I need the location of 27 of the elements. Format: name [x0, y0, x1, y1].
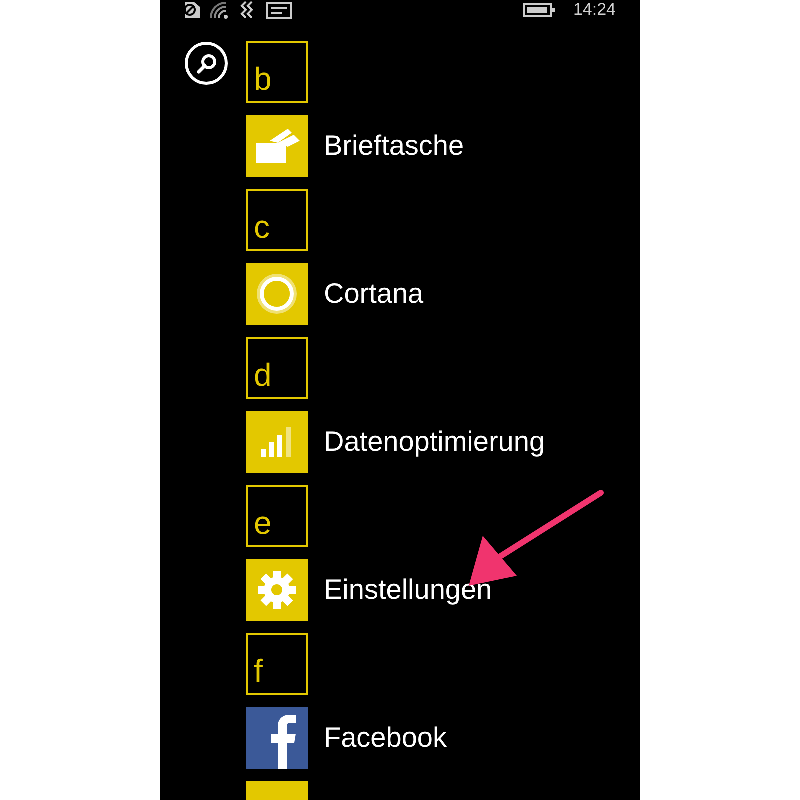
signal-bars-icon [261, 427, 293, 457]
app-name[interactable]: Einstellungen [324, 574, 492, 606]
app-tile[interactable] [246, 263, 308, 325]
letter-tile[interactable]: d [246, 337, 308, 399]
gear-icon [258, 571, 296, 609]
vibrate-icon [240, 1, 256, 19]
search-button[interactable] [185, 42, 228, 85]
facebook-f-icon [270, 715, 296, 769]
app-name[interactable]: Datenoptimierung [324, 426, 546, 458]
app-tile[interactable] [246, 411, 308, 473]
wallet-icon [254, 129, 300, 163]
letter-tile[interactable]: e [246, 485, 308, 547]
app-name[interactable]: Facebook [324, 722, 447, 754]
app-tile[interactable] [246, 559, 308, 621]
letter-tile[interactable]: f [246, 633, 308, 695]
app-tile[interactable] [246, 707, 308, 769]
battery-icon [523, 3, 556, 17]
app-name[interactable]: Brieftasche [324, 130, 464, 162]
message-icon [266, 2, 292, 18]
app-tile[interactable] [246, 115, 308, 177]
letter-tile[interactable]: c [246, 189, 308, 251]
ring-icon [255, 272, 299, 316]
wifi-icon [210, 2, 230, 18]
search-icon [196, 52, 218, 74]
letter-tile[interactable]: b [246, 41, 308, 103]
clock-time: 14:24 [573, 0, 616, 20]
app-name[interactable]: Cortana [324, 278, 424, 310]
